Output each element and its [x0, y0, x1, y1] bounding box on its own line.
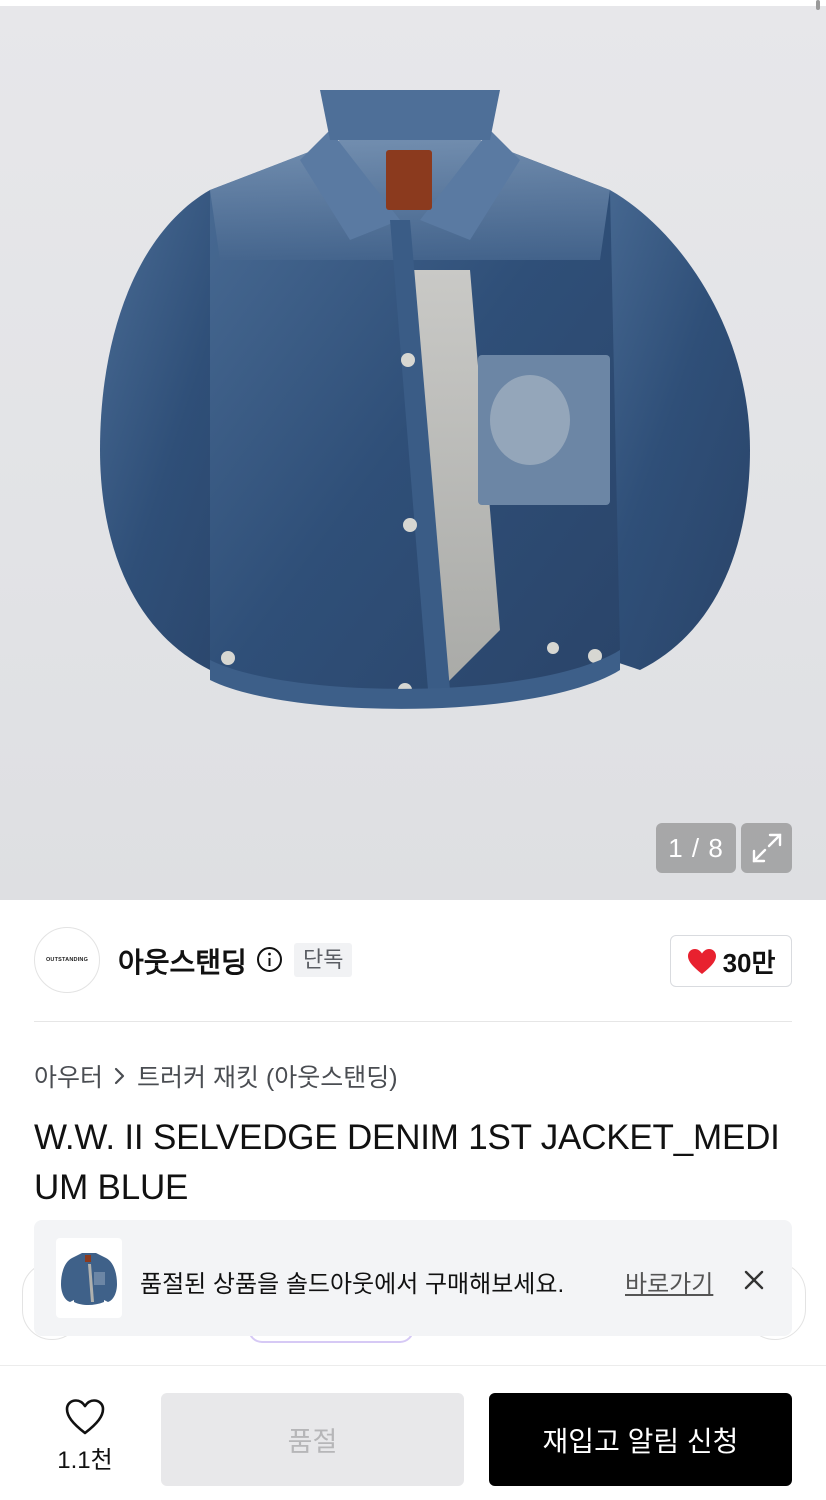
product-title: W.W. II SELVEDGE DENIM 1ST JACKET_MEDIUM… — [34, 1118, 780, 1207]
restock-alert-button[interactable]: 재입고 알림 신청 — [489, 1393, 792, 1486]
close-icon[interactable] — [740, 1266, 768, 1294]
divider — [34, 1021, 792, 1022]
brand-like-button[interactable]: 30만 — [670, 935, 792, 987]
breadcrumb-subcategory[interactable]: 트러커 재킷 (아웃스탠딩) — [137, 1058, 398, 1094]
jacket-thumbnail-image — [61, 1253, 117, 1305]
toast-message: 품절된 상품을 솔드아웃에서 구매해보세요. — [140, 1271, 565, 1298]
like-count: 30만 — [722, 947, 776, 978]
heart-outline-icon — [65, 1399, 105, 1435]
denim-jacket-photo — [100, 90, 750, 709]
toast-thumbnail — [56, 1238, 122, 1318]
brand-row: OUTSTANDING 아웃스탠딩 단독 30만 — [34, 927, 792, 995]
brand-logo-text: OUTSTANDING — [45, 957, 89, 963]
image-counter: 1 / 8 — [656, 823, 736, 873]
bottom-action-bar: 1.1천 품절 재입고 알림 신청 — [0, 1365, 826, 1500]
wish-button[interactable]: 1.1천 — [40, 1398, 130, 1478]
expand-button[interactable] — [741, 823, 792, 873]
breadcrumb-category[interactable]: 아우터 — [34, 1058, 103, 1094]
expand-icon — [752, 833, 781, 863]
scrollbar[interactable] — [816, 0, 820, 10]
toast-go-link[interactable]: 바로가기 — [625, 1264, 713, 1299]
wish-count: 1.1천 — [57, 1447, 113, 1474]
brand-name[interactable]: 아웃스탠딩 — [118, 941, 247, 981]
breadcrumb: 아우터 트러커 재킷 (아웃스탠딩) — [34, 1058, 398, 1094]
exclusive-badge: 단독 — [294, 943, 353, 977]
brand-logo[interactable]: OUTSTANDING — [34, 927, 100, 993]
heart-filled-icon — [687, 948, 716, 974]
chevron-right-icon — [114, 1067, 125, 1085]
product-image-gallery[interactable]: 1 / 8 — [0, 0, 826, 900]
soldout-button: 품절 — [161, 1393, 464, 1486]
status-strip — [0, 0, 826, 6]
soldout-toast: 품절된 상품을 솔드아웃에서 구매해보세요. 바로가기 — [34, 1220, 792, 1336]
info-icon[interactable] — [256, 946, 283, 973]
